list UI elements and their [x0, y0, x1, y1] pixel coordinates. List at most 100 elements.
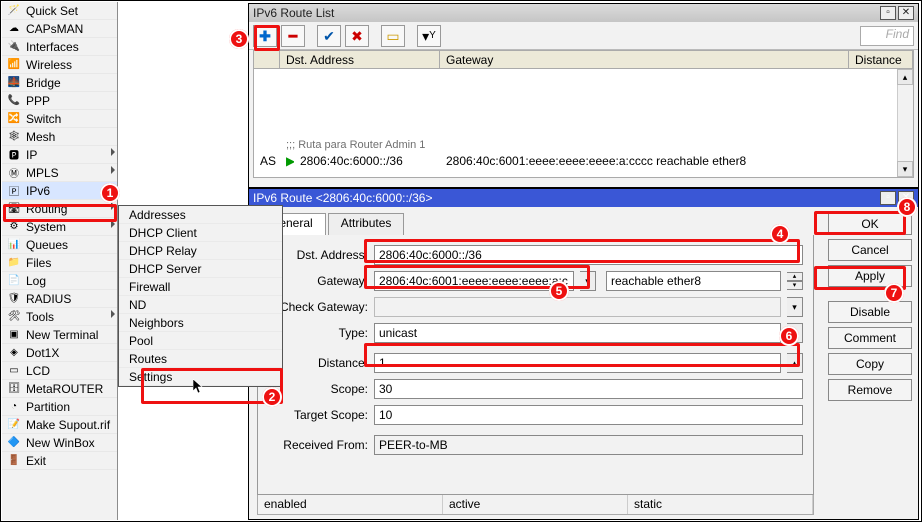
- submenu-item-nd[interactable]: ND: [119, 296, 282, 314]
- submenu-item-dhcp-relay[interactable]: DHCP Relay: [119, 242, 282, 260]
- distance-up[interactable]: ▴: [787, 353, 803, 373]
- tab-attributes[interactable]: Attributes: [328, 213, 405, 235]
- chevron-right-icon: [111, 166, 115, 174]
- submenu-item-neighbors[interactable]: Neighbors: [119, 314, 282, 332]
- files-icon: 📁: [6, 256, 22, 270]
- disable-button[interactable]: Disable: [828, 301, 912, 323]
- capsman-icon: ☁: [6, 22, 22, 36]
- submenu-item-firewall[interactable]: Firewall: [119, 278, 282, 296]
- add-button[interactable]: ✚: [253, 25, 277, 47]
- sidebar-item-label: Make Supout.rif: [26, 418, 110, 432]
- sidebar-item-new-terminal[interactable]: ▣New Terminal: [2, 326, 117, 344]
- scroll-up[interactable]: ▴: [897, 69, 913, 85]
- sidebar-item-label: Wireless: [26, 58, 72, 72]
- sidebar-item-tools[interactable]: 🛠Tools: [2, 308, 117, 326]
- sidebar-item-label: System: [26, 220, 66, 234]
- status-static: static: [628, 495, 813, 514]
- row-dst: 2806:40c:6000::/36: [294, 154, 440, 168]
- col-flag[interactable]: [254, 51, 280, 68]
- sidebar-item-radius[interactable]: 🛡RADIUS: [2, 290, 117, 308]
- sidebar-item-ppp[interactable]: 📞PPP: [2, 92, 117, 110]
- sidebar-item-dot1x[interactable]: ◈Dot1X: [2, 344, 117, 362]
- sidebar-item-log[interactable]: 📄Log: [2, 272, 117, 290]
- sidebar-item-routing[interactable]: 🛣Routing: [2, 200, 117, 218]
- enable-button[interactable]: ✔: [317, 25, 341, 47]
- find-input[interactable]: Find: [860, 26, 914, 46]
- chevron-right-icon: [111, 202, 115, 210]
- filter-button[interactable]: ▾Y: [417, 25, 441, 47]
- remove-button[interactable]: Remove: [828, 379, 912, 401]
- sidebar-item-mesh[interactable]: 🕸Mesh: [2, 128, 117, 146]
- interfaces-icon: 🔌: [6, 40, 22, 54]
- sidebar-item-quick-set[interactable]: 🪄Quick Set: [2, 2, 117, 20]
- ppp-icon: 📞: [6, 94, 22, 108]
- scope-input[interactable]: 30: [374, 379, 803, 399]
- sidebar-item-wireless[interactable]: 📶Wireless: [2, 56, 117, 74]
- distance-label: Distance:: [268, 356, 368, 370]
- cancel-button[interactable]: Cancel: [828, 239, 912, 261]
- route-grid: Dst. Address Gateway Distance ;;; Ruta p…: [253, 50, 914, 178]
- col-gw[interactable]: Gateway: [440, 51, 849, 68]
- gateway-input[interactable]: 2806:40c:6001:eeee:eeee:eeee:a:c: [374, 271, 574, 291]
- copy-button[interactable]: Copy: [828, 353, 912, 375]
- col-distance[interactable]: Distance: [849, 51, 913, 68]
- callout-4: 4: [770, 224, 790, 244]
- callout-5: 5: [549, 281, 569, 301]
- sidebar-item-ip[interactable]: 🅿IP: [2, 146, 117, 164]
- sidebar-item-new-winbox[interactable]: 🔷New WinBox: [2, 434, 117, 452]
- comment-button[interactable]: ▭: [381, 25, 405, 47]
- scroll-down[interactable]: ▾: [897, 161, 913, 177]
- ipv6-route-list-window: IPv6 Route List ▫ ✕ ✚ ━ ✔ ✖ ▭ ▾Y Find Ds…: [248, 3, 919, 188]
- sidebar-item-lcd[interactable]: ▭LCD: [2, 362, 117, 380]
- detail-buttons: OK Cancel Apply Disable Comment Copy Rem…: [822, 207, 918, 519]
- grid-header: Dst. Address Gateway Distance: [254, 51, 913, 69]
- sidebar-item-capsman[interactable]: ☁CAPsMAN: [2, 20, 117, 38]
- sidebar-item-metarouter[interactable]: 🗄MetaROUTER: [2, 380, 117, 398]
- close-button[interactable]: ✕: [898, 6, 914, 20]
- sidebar-item-interfaces[interactable]: 🔌Interfaces: [2, 38, 117, 56]
- target-scope-input[interactable]: 10: [374, 405, 803, 425]
- distance-input[interactable]: 1: [374, 353, 781, 373]
- dot1x-icon: ◈: [6, 346, 22, 360]
- minimize-button[interactable]: ▫: [880, 6, 896, 20]
- sidebar-item-partition[interactable]: ◔Partition: [2, 398, 117, 416]
- dst-address-input[interactable]: 2806:40c:6000::/36: [374, 245, 803, 265]
- gateway-spinner[interactable]: ▴▾: [787, 272, 803, 290]
- submenu-item-addresses[interactable]: Addresses: [119, 206, 282, 224]
- ok-button[interactable]: OK: [828, 213, 912, 235]
- sidebar-item-label: RADIUS: [26, 292, 71, 306]
- ip-icon: 🅿: [6, 148, 22, 162]
- disable-button[interactable]: ✖: [345, 25, 369, 47]
- check-gateway-dropdown[interactable]: ▾: [787, 297, 803, 317]
- sidebar-item-queues[interactable]: 📊Queues: [2, 236, 117, 254]
- table-row[interactable]: AS ▶ 2806:40c:6000::/36 2806:40c:6001:ee…: [254, 153, 913, 169]
- target-scope-label: Target Scope:: [268, 408, 368, 422]
- type-input[interactable]: unicast: [374, 323, 781, 343]
- submenu-item-dhcp-server[interactable]: DHCP Server: [119, 260, 282, 278]
- sidebar-item-mpls[interactable]: ⓂMPLS: [2, 164, 117, 182]
- route-list-title: IPv6 Route List: [253, 6, 878, 20]
- row-flag: AS: [254, 154, 280, 168]
- col-dst[interactable]: Dst. Address: [280, 51, 440, 68]
- comment-button[interactable]: Comment: [828, 327, 912, 349]
- sidebar-item-switch[interactable]: 🔀Switch: [2, 110, 117, 128]
- sidebar-item-bridge[interactable]: 🌉Bridge: [2, 74, 117, 92]
- sidebar-item-label: Log: [26, 274, 46, 288]
- callout-8: 8: [897, 197, 917, 217]
- submenu-item-routes[interactable]: Routes: [119, 350, 282, 368]
- remove-row-button[interactable]: ━: [281, 25, 305, 47]
- submenu-item-dhcp-client[interactable]: DHCP Client: [119, 224, 282, 242]
- sidebar-item-files[interactable]: 📁Files: [2, 254, 117, 272]
- minimize-button[interactable]: ▫: [880, 191, 896, 205]
- submenu-item-pool[interactable]: Pool: [119, 332, 282, 350]
- sidebar-item-system[interactable]: ⚙System: [2, 218, 117, 236]
- chevron-right-icon: [111, 148, 115, 156]
- route-detail-title: IPv6 Route <2806:40c:6000::/36>: [253, 191, 878, 205]
- ipv6-submenu: AddressesDHCP ClientDHCP RelayDHCP Serve…: [118, 205, 283, 387]
- mpls-icon: Ⓜ: [6, 166, 22, 180]
- sidebar-item-exit[interactable]: 🚪Exit: [2, 452, 117, 470]
- check-gateway-input[interactable]: [374, 297, 781, 317]
- sidebar-item-label: New WinBox: [26, 436, 95, 450]
- sidebar-item-make-supout-rif[interactable]: 📝Make Supout.rif: [2, 416, 117, 434]
- gateway-dropdown[interactable]: ▾: [580, 271, 596, 291]
